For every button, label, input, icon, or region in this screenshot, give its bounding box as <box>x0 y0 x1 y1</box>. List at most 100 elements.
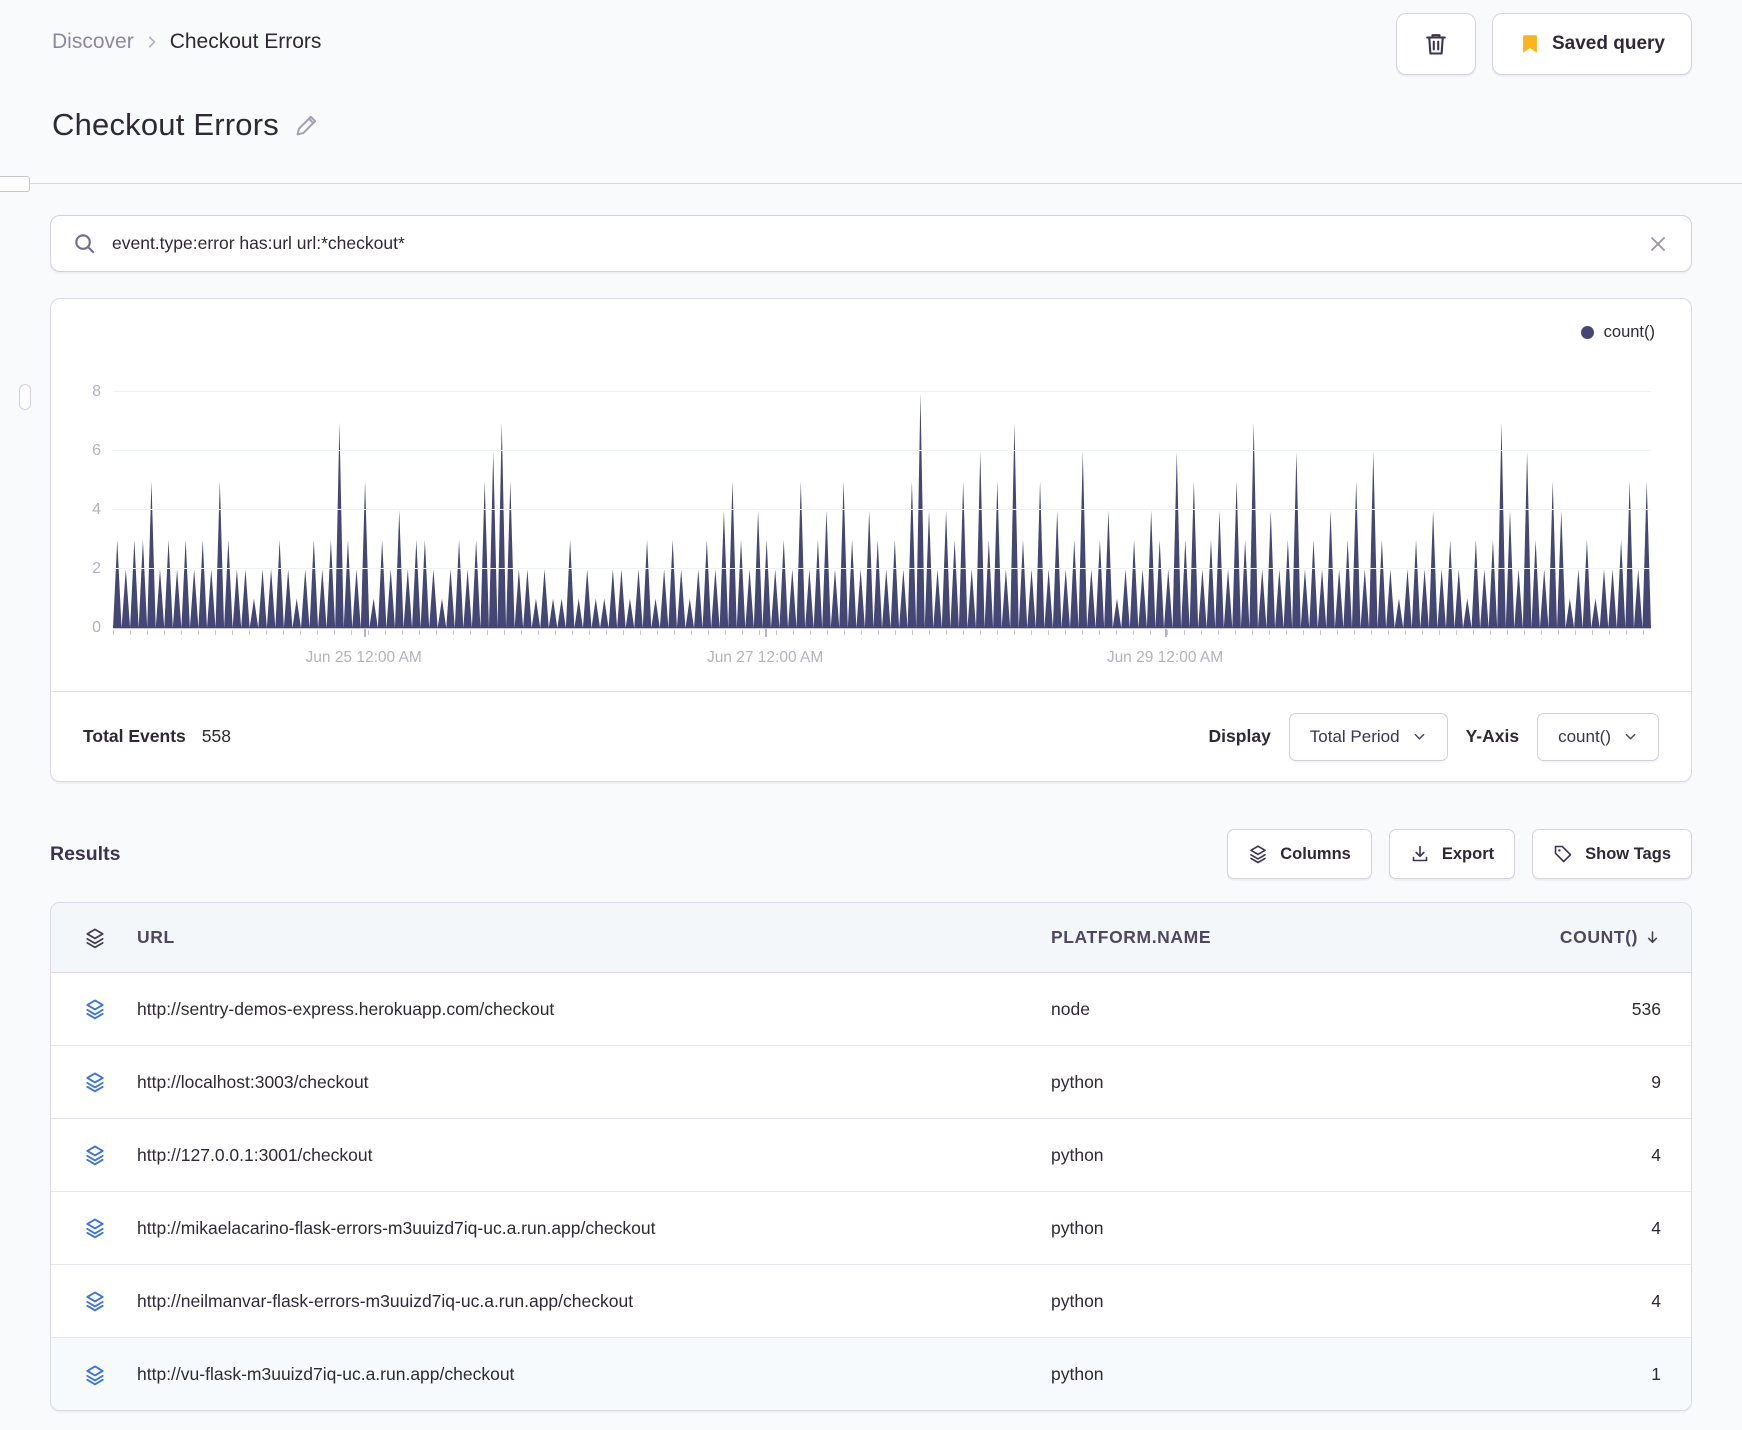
x-axis-tick-label: Jun 25 12:00 AM <box>305 649 422 666</box>
y-gridline <box>113 450 1651 451</box>
table-body: http://sentry-demos-express.herokuapp.co… <box>51 973 1691 1410</box>
chevron-down-icon <box>1414 733 1424 740</box>
header-actions: Saved query <box>1396 13 1692 75</box>
breadcrumb-current: Checkout Errors <box>169 30 322 53</box>
chart-plot-area: 0 2 4 6 8 <box>92 383 1651 636</box>
row-platform: python <box>1051 1364 1104 1384</box>
saved-query-label: Saved query <box>1552 33 1665 54</box>
export-button-label: Export <box>1441 844 1495 863</box>
column-header-count[interactable]: COUNT() <box>1501 927 1691 948</box>
column-header-count-label: COUNT() <box>1559 927 1638 947</box>
x-axis-major-tick <box>363 629 366 637</box>
row-url[interactable]: http://localhost:3003/checkout <box>113 1072 1051 1093</box>
row-url[interactable]: http://vu-flask-m3uuizd7iq-uc.a.run.app/… <box>113 1364 1051 1385</box>
sidebar-collapse-handle <box>19 384 31 410</box>
column-header-platform[interactable]: PLATFORM.NAME <box>1051 927 1501 948</box>
row-count: 1 <box>1651 1364 1661 1384</box>
bookmark-icon <box>1519 33 1541 55</box>
row-count: 4 <box>1651 1144 1661 1165</box>
chart-footer: Total Events 558 Display Total Period Y-… <box>51 691 1691 781</box>
edit-title-pencil-icon[interactable] <box>293 112 320 139</box>
results-table: URL PLATFORM.NAME COUNT() http://sentry-… <box>50 902 1692 1411</box>
table-row[interactable]: http://neilmanvar-flask-errors-m3uuizd7i… <box>51 1265 1691 1338</box>
header-divider <box>0 183 1742 184</box>
show-tags-button-label: Show Tags <box>1585 844 1671 863</box>
open-stack-icon[interactable] <box>51 1364 113 1386</box>
x-axis-major-tick <box>765 629 768 637</box>
export-button[interactable]: Export <box>1388 829 1516 879</box>
chevron-down-icon <box>1625 733 1636 740</box>
open-stack-icon[interactable] <box>51 1071 113 1093</box>
show-tags-button[interactable]: Show Tags <box>1532 829 1692 879</box>
results-title: Results <box>50 842 121 865</box>
breadcrumb-discover-link[interactable]: Discover <box>52 30 134 54</box>
row-count: 536 <box>1631 998 1661 1019</box>
row-platform: python <box>1051 1290 1104 1311</box>
column-header-url[interactable]: URL <box>113 927 1051 948</box>
breadcrumb-chevron-icon <box>144 34 160 50</box>
y-gridline <box>113 391 1651 392</box>
row-platform: node <box>1051 998 1090 1019</box>
y-axis-tick-label: 4 <box>92 501 101 518</box>
table-row[interactable]: http://mikaelacarino-flask-errors-m3uuiz… <box>51 1192 1691 1265</box>
row-platform: python <box>1051 1071 1104 1092</box>
row-url[interactable]: http://127.0.0.1:3001/checkout <box>113 1145 1051 1166</box>
panel-drag-handle <box>0 176 30 192</box>
y-axis-tick-label: 6 <box>92 442 101 459</box>
events-chart-panel: count() 0 2 4 6 8 Total Events 558 Display T… <box>50 298 1692 782</box>
open-stack-icon[interactable] <box>51 1144 113 1166</box>
row-url[interactable]: http://neilmanvar-flask-errors-m3uuizd7i… <box>113 1291 1051 1312</box>
table-row[interactable]: http://localhost:3003/checkout python 9 <box>51 1046 1691 1119</box>
table-row[interactable]: http://127.0.0.1:3001/checkout python 4 <box>51 1119 1691 1192</box>
row-platform: python <box>1051 1217 1104 1238</box>
legend-dot-icon <box>1580 326 1594 339</box>
open-stack-icon[interactable] <box>51 1217 113 1239</box>
display-dropdown-value: Total Period <box>1309 726 1400 746</box>
search-input[interactable] <box>112 233 1632 254</box>
y-axis-dropdown-value: count() <box>1558 726 1611 746</box>
y-gridline <box>113 509 1651 510</box>
legend-label: count() <box>1603 323 1655 341</box>
stack-icon <box>1250 845 1267 864</box>
x-axis-major-tick <box>1164 629 1167 637</box>
y-axis-label: Y-Axis <box>1465 726 1520 746</box>
total-events-label: Total Events <box>83 726 186 746</box>
saved-query-button[interactable]: Saved query <box>1492 13 1692 75</box>
trash-icon <box>1423 31 1449 57</box>
tag-icon <box>1554 845 1572 863</box>
open-stack-icon[interactable] <box>51 1290 113 1312</box>
clear-search-icon[interactable] <box>1647 233 1669 255</box>
y-axis-tick-label: 2 <box>92 560 101 577</box>
row-count: 9 <box>1651 1071 1661 1092</box>
row-url[interactable]: http://sentry-demos-express.herokuapp.co… <box>113 999 1051 1020</box>
y-axis-tick-label: 8 <box>92 383 101 400</box>
open-stack-icon[interactable] <box>51 998 113 1020</box>
area-series-count <box>113 393 1651 628</box>
breadcrumb: Discover Checkout Errors <box>52 30 321 54</box>
sort-descending-arrow-icon <box>1647 931 1658 943</box>
display-label: Display <box>1208 726 1271 746</box>
search-icon <box>73 232 97 256</box>
total-events-value: 558 <box>201 726 231 746</box>
columns-button[interactable]: Columns <box>1227 829 1372 879</box>
download-icon <box>1412 845 1428 862</box>
row-url[interactable]: http://mikaelacarino-flask-errors-m3uuiz… <box>113 1218 1051 1239</box>
chart-legend[interactable]: count() <box>1580 323 1655 342</box>
row-count: 4 <box>1651 1217 1661 1238</box>
x-axis-minor-ticks <box>113 630 1651 635</box>
x-axis-tick-label: Jun 27 12:00 AM <box>706 649 824 666</box>
stack-column-icon <box>51 927 113 949</box>
display-dropdown[interactable]: Total Period <box>1288 712 1448 761</box>
search-bar <box>50 215 1692 272</box>
y-axis-dropdown[interactable]: count() <box>1537 712 1659 761</box>
y-gridline <box>113 568 1651 569</box>
row-count: 4 <box>1651 1290 1661 1311</box>
table-header-row: URL PLATFORM.NAME COUNT() <box>51 903 1691 973</box>
row-platform: python <box>1051 1144 1104 1165</box>
table-row[interactable]: http://vu-flask-m3uuizd7iq-uc.a.run.app/… <box>51 1338 1691 1410</box>
table-row[interactable]: http://sentry-demos-express.herokuapp.co… <box>51 973 1691 1046</box>
x-axis-tick-label: Jun 29 12:00 AM <box>1106 649 1224 666</box>
delete-query-button[interactable] <box>1396 13 1476 75</box>
page-title: Checkout Errors <box>52 107 279 142</box>
y-axis-tick-label: 0 <box>92 619 101 636</box>
